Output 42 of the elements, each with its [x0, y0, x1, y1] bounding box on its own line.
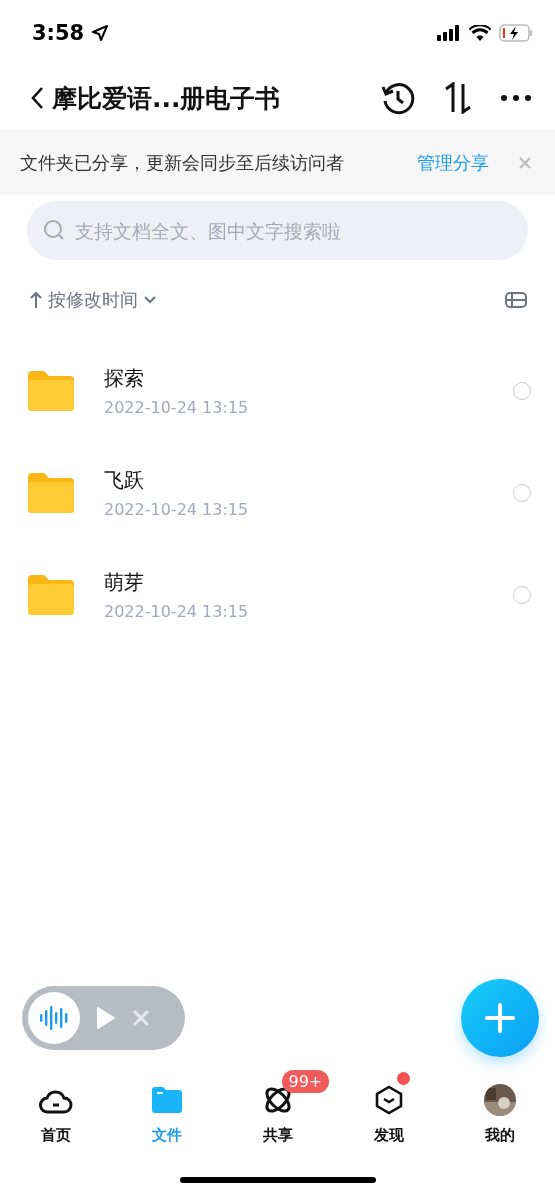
plus-icon: [485, 1003, 515, 1033]
folder-name: 探索: [104, 365, 145, 392]
wifi-icon: [469, 25, 491, 41]
chevron-down-icon: [144, 296, 156, 304]
folder-title: 摩比爱语...册电子书: [52, 82, 281, 115]
tab[interactable]: 99+ 共享: [222, 1064, 333, 1160]
share-notice: 文件夹已分享，更新会同步至后续访问者: [20, 150, 345, 175]
tab[interactable]: 首页: [0, 1064, 111, 1160]
orbit-icon: [262, 1085, 293, 1115]
folder-icon: [151, 1087, 182, 1113]
folder-row[interactable]: 萌芽 2022-10-24 13:15: [0, 544, 555, 646]
close-icon[interactable]: [519, 156, 531, 169]
sort-arrows-icon[interactable]: [443, 82, 473, 114]
folder-name: 萌芽: [104, 569, 145, 596]
play-icon[interactable]: [96, 1006, 116, 1030]
sort-button[interactable]: 按修改时间: [30, 288, 156, 312]
tab[interactable]: 我的: [444, 1064, 555, 1160]
modified-date: 2022-10-24 13:15: [104, 500, 250, 519]
modified-date: 2022-10-24 13:15: [104, 398, 250, 417]
waveform-icon[interactable]: [28, 992, 80, 1044]
signal-icon: [437, 25, 461, 41]
status-time: 3:58: [32, 21, 85, 45]
tab[interactable]: 发现: [333, 1064, 444, 1160]
history-icon[interactable]: [381, 81, 415, 115]
folder-icon: [28, 371, 74, 411]
folder-icon: [28, 575, 74, 615]
search-icon: [43, 219, 65, 241]
more-icon[interactable]: [501, 95, 531, 101]
add-button[interactable]: [461, 979, 539, 1057]
hexagon-icon: [374, 1085, 403, 1115]
folder-row[interactable]: 探索 2022-10-24 13:15: [0, 340, 555, 442]
modified-date: 2022-10-24 13:15: [104, 602, 250, 621]
location-arrow-icon: [92, 25, 109, 41]
folder-row[interactable]: 飞跃 2022-10-24 13:15: [0, 442, 555, 544]
up-arrow-icon: [30, 291, 42, 309]
battery-charging-icon: [499, 24, 533, 42]
search-field[interactable]: 支持文档全文、图中文字搜索啦: [27, 201, 528, 260]
view-toggle-icon[interactable]: [505, 292, 527, 308]
folder-icon: [28, 473, 74, 513]
folder-name: 飞跃: [104, 467, 145, 494]
back-icon[interactable]: [30, 86, 44, 110]
count-badge: 99+: [281, 1070, 330, 1093]
